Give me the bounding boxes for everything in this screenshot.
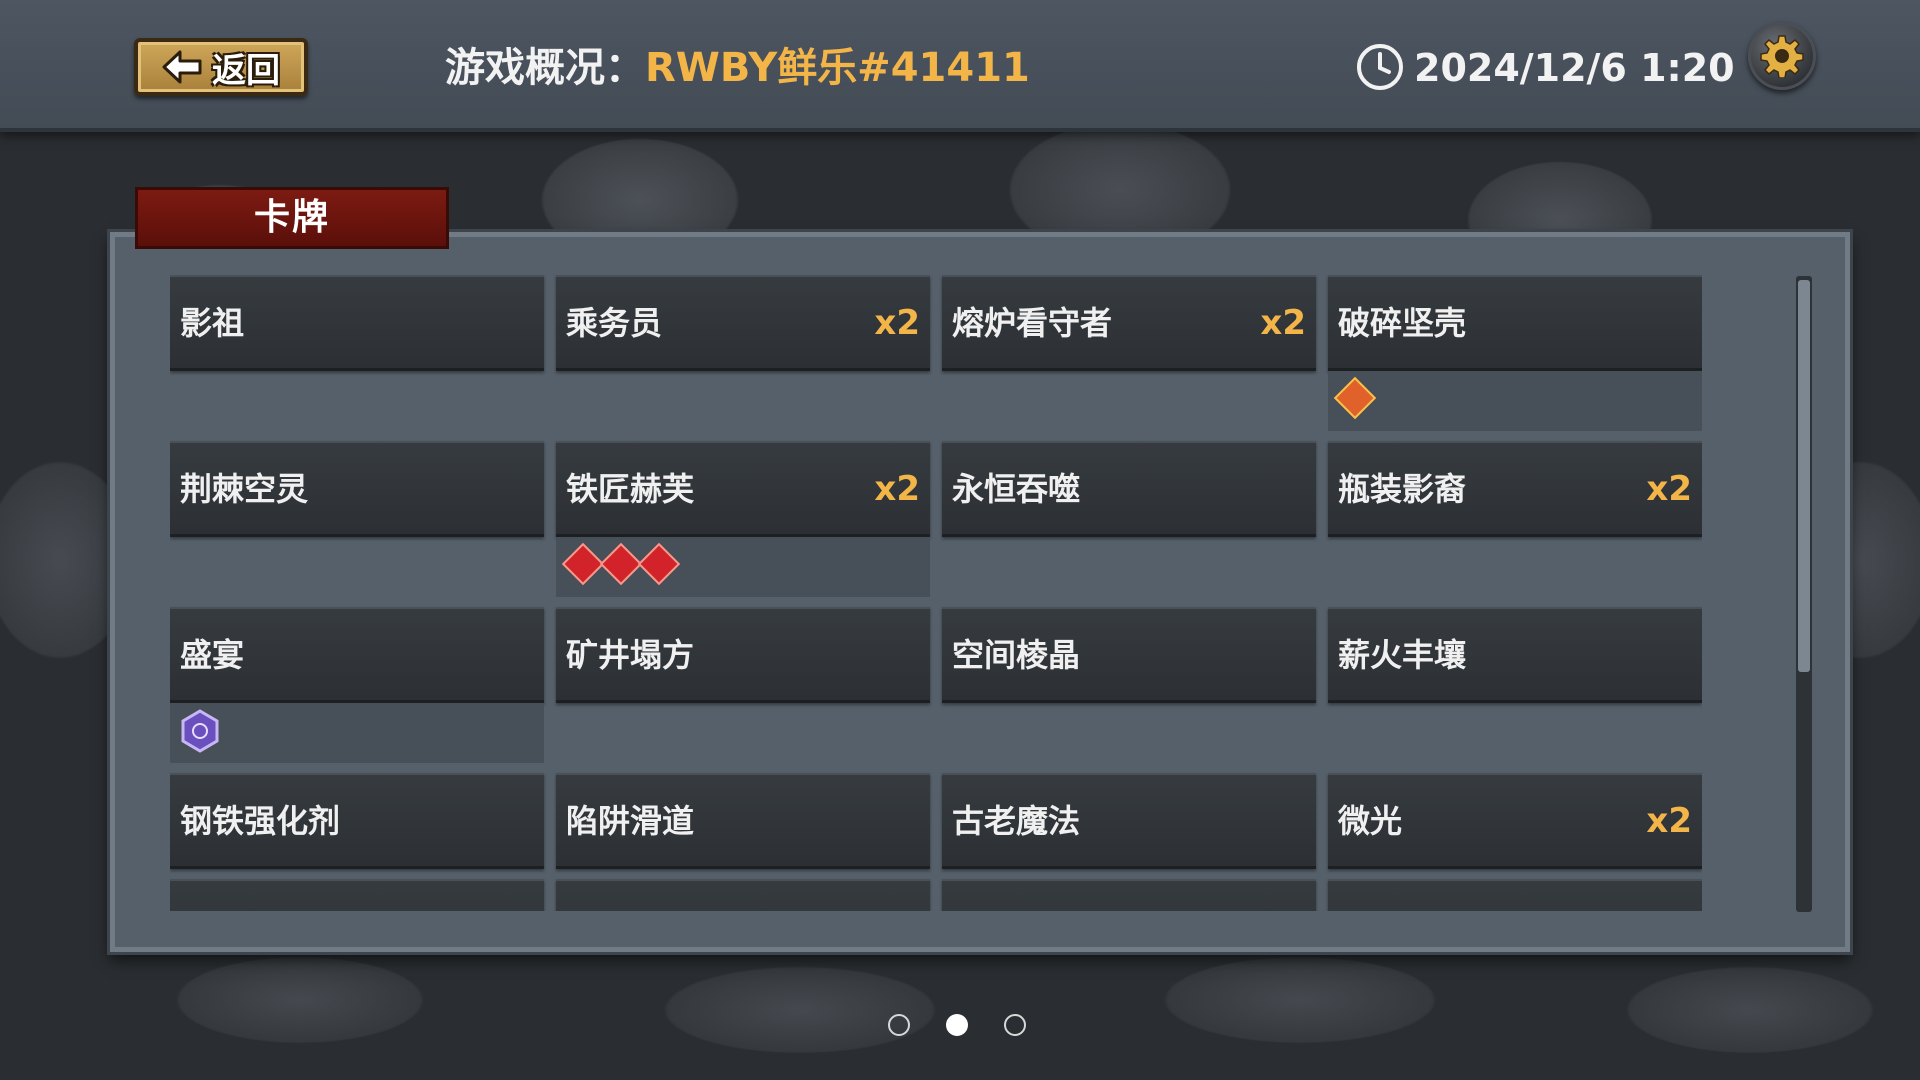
card-item[interactable]: 古老魔法	[942, 773, 1316, 869]
card-name: 破碎坚壳	[1338, 304, 1467, 342]
back-button[interactable]: 返回	[134, 38, 308, 96]
hexagon-gem-icon	[181, 709, 219, 753]
card-name: 陷阱滑道	[566, 802, 695, 840]
card-name: 盛宴	[180, 636, 245, 674]
card-item-partial[interactable]	[1328, 879, 1702, 911]
card-item-partial[interactable]	[942, 879, 1316, 911]
card-name: 钢铁强化剂	[180, 802, 341, 840]
card-count: x2	[1646, 469, 1692, 509]
card-item[interactable]: 空间棱晶	[942, 607, 1316, 703]
card-name: 熔炉看守者	[952, 304, 1113, 342]
card-item[interactable]: 破碎坚壳	[1328, 275, 1702, 371]
page-title: 游戏概况：RWBY鲜乐#41411	[445, 40, 1030, 96]
gear-icon	[1760, 35, 1804, 78]
card-item[interactable]: 瓶装影裔 x2	[1328, 441, 1702, 537]
card-item[interactable]: 影祖	[170, 275, 544, 371]
card-item[interactable]: 钢铁强化剂	[170, 773, 544, 869]
card-item[interactable]: 微光 x2	[1328, 773, 1702, 869]
shield-break-icon	[1333, 376, 1377, 420]
card-name: 矿井塌方	[566, 636, 695, 674]
card-item-partial[interactable]	[556, 879, 930, 911]
page-dot-2-active[interactable]	[946, 1014, 968, 1036]
card-name: 永恒吞噬	[952, 470, 1081, 508]
card-item[interactable]: 薪火丰壤	[1328, 607, 1702, 703]
scrollbar-thumb[interactable]	[1798, 280, 1810, 672]
card-name: 乘务员	[566, 304, 663, 342]
card-icon-strip	[1328, 371, 1702, 431]
page-dot-3[interactable]	[1004, 1014, 1026, 1036]
card-item[interactable]: 矿井塌方	[556, 607, 930, 703]
datetime-text: 2024/12/6 1:20	[1414, 46, 1735, 90]
top-bar: 返回 游戏概况：RWBY鲜乐#41411 2024/12/6 1:20	[0, 0, 1920, 132]
card-name: 瓶装影裔	[1338, 470, 1467, 508]
title-prefix: 游戏概况：	[445, 45, 645, 91]
card-item[interactable]: 熔炉看守者 x2	[942, 275, 1316, 371]
card-name: 空间棱晶	[952, 636, 1081, 674]
potion-icon	[599, 542, 643, 586]
card-item[interactable]: 盛宴	[170, 607, 544, 703]
card-name: 铁匠赫芙	[566, 470, 695, 508]
card-item[interactable]: 陷阱滑道	[556, 773, 930, 869]
clock-icon	[1357, 44, 1403, 90]
card-name: 古老魔法	[952, 802, 1081, 840]
card-count: x2	[1646, 801, 1692, 841]
card-count: x2	[874, 469, 920, 509]
card-item[interactable]: 永恒吞噬	[942, 441, 1316, 537]
card-item[interactable]: 荆棘空灵	[170, 441, 544, 537]
back-button-label: 返回	[212, 50, 280, 91]
card-name: 微光	[1338, 802, 1403, 840]
settings-button[interactable]	[1748, 22, 1816, 90]
card-name: 荆棘空灵	[180, 470, 309, 508]
card-icon-strip	[170, 703, 544, 763]
card-grid: 影祖 乘务员 x2 熔炉看守者 x2 破碎坚壳 荆棘空灵 铁匠赫芙 x2 永恒吞…	[170, 275, 1702, 911]
card-item[interactable]: 乘务员 x2	[556, 275, 930, 371]
stripes-icon	[637, 542, 681, 586]
card-icon-strip	[556, 537, 930, 597]
arrow-left-icon	[162, 50, 202, 84]
card-item[interactable]: 铁匠赫芙 x2	[556, 441, 930, 537]
game-name: RWBY鲜乐#41411	[645, 45, 1030, 91]
page-dot-1[interactable]	[888, 1014, 910, 1036]
card-count: x2	[1260, 303, 1306, 343]
page-indicator	[888, 1012, 1032, 1042]
bird-icon	[561, 542, 605, 586]
card-name: 薪火丰壤	[1338, 636, 1467, 674]
card-name: 影祖	[180, 304, 245, 342]
card-item-partial[interactable]	[170, 879, 544, 911]
tab-cards[interactable]: 卡牌	[135, 187, 449, 249]
card-count: x2	[874, 303, 920, 343]
